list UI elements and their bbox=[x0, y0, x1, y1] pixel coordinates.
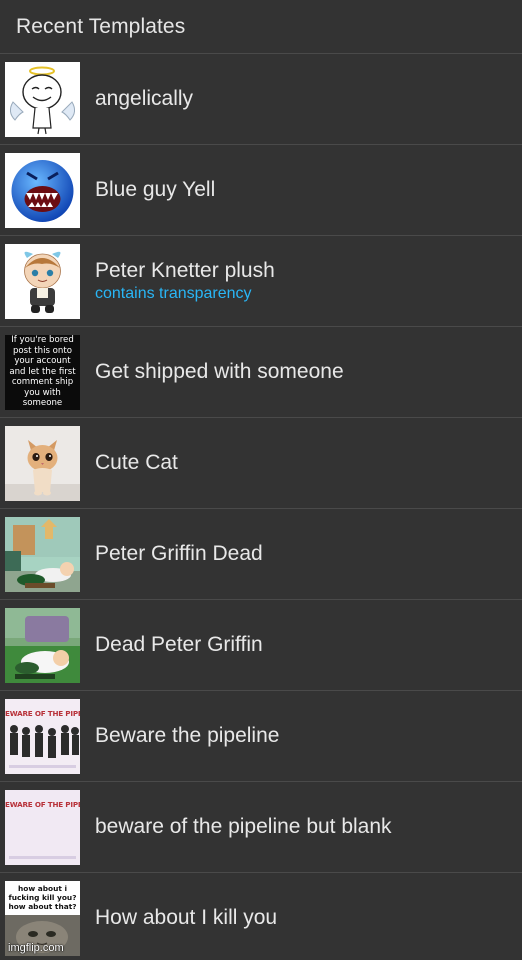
template-list: angelically Blue guy Yell Peter Knetter … bbox=[0, 54, 522, 960]
template-row-get-shipped[interactable]: If you're bored post this onto your acco… bbox=[0, 327, 522, 418]
template-row-cute-cat[interactable]: Cute Cat bbox=[0, 418, 522, 509]
template-text: beware of the pipeline but blank bbox=[95, 814, 392, 840]
template-name: How about I kill you bbox=[95, 906, 278, 929]
template-text: angelically bbox=[95, 86, 193, 112]
angel-meme-face-thumbnail bbox=[5, 61, 80, 137]
kitten-thumbnail bbox=[5, 425, 80, 501]
cartoon-scene-thumbnail bbox=[5, 516, 80, 592]
template-name: Blue guy Yell bbox=[95, 178, 216, 201]
text-post-thumbnail: If you're bored post this onto your acco… bbox=[5, 334, 80, 410]
panel-title: Recent Templates bbox=[16, 14, 186, 38]
template-row-beware-the-pipeline[interactable]: EWARE OF THE PIPELINE Beware the pipelin… bbox=[0, 691, 522, 782]
cartoon-scene-thumbnail bbox=[5, 607, 80, 683]
blue-yelling-face-thumbnail bbox=[5, 152, 80, 228]
template-name: Get shipped with someone bbox=[95, 360, 344, 383]
pipeline-banner-thumbnail: EWARE OF THE PIPELINE bbox=[5, 698, 80, 774]
template-text: Beware the pipeline bbox=[95, 723, 279, 749]
template-text: Get shipped with someone bbox=[95, 359, 344, 385]
template-row-peter-knetter-plush[interactable]: Peter Knetter plush contains transparenc… bbox=[0, 236, 522, 327]
template-name: Dead Peter Griffin bbox=[95, 633, 263, 656]
imgflip-watermark: imgflip.com bbox=[8, 941, 64, 954]
panel-header: Recent Templates bbox=[0, 0, 522, 54]
template-text: Dead Peter Griffin bbox=[95, 632, 263, 658]
template-name: Peter Knetter plush bbox=[95, 259, 275, 282]
template-name: beware of the pipeline but blank bbox=[95, 815, 392, 838]
plush-doll-thumbnail bbox=[5, 243, 80, 319]
template-name: Beware the pipeline bbox=[95, 724, 280, 747]
thumbnail-caption: If you're bored post this onto your acco… bbox=[9, 335, 76, 409]
template-text: Peter Griffin Dead bbox=[95, 541, 263, 567]
template-name: Cute Cat bbox=[95, 451, 178, 474]
template-row-blue-guy-yell[interactable]: Blue guy Yell bbox=[0, 145, 522, 236]
template-row-angelically[interactable]: angelically bbox=[0, 54, 522, 145]
template-name: Peter Griffin Dead bbox=[95, 542, 263, 565]
template-name: angelically bbox=[95, 87, 194, 110]
template-text: How about I kill you bbox=[95, 905, 277, 931]
template-row-peter-griffin-dead[interactable]: Peter Griffin Dead bbox=[0, 509, 522, 600]
template-text: Cute Cat bbox=[95, 450, 178, 476]
pipeline-blank-thumbnail: EWARE OF THE PIPELINE bbox=[5, 789, 80, 865]
template-text: Peter Knetter plush contains transparenc… bbox=[95, 258, 275, 304]
template-row-how-about-i-kill-you[interactable]: how about i fucking kill you? how about … bbox=[0, 873, 522, 960]
transparency-note: contains transparency bbox=[95, 285, 252, 302]
cat-meme-thumbnail: how about i fucking kill you? how about … bbox=[5, 880, 80, 956]
template-row-dead-peter-griffin[interactable]: Dead Peter Griffin bbox=[0, 600, 522, 691]
template-row-pipeline-blank[interactable]: EWARE OF THE PIPELINE beware of the pipe… bbox=[0, 782, 522, 873]
thumbnail-caption: how about i fucking kill you? how about … bbox=[8, 883, 77, 911]
recent-templates-panel: Recent Templates angelically Blue guy Ye… bbox=[0, 0, 522, 960]
template-text: Blue guy Yell bbox=[95, 177, 215, 203]
